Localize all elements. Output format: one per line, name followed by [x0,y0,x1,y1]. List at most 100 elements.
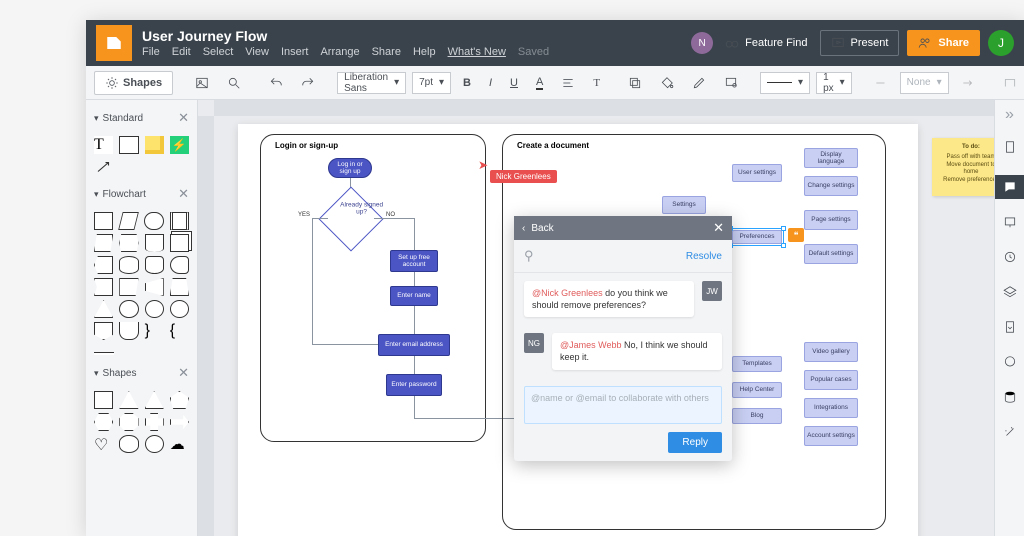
doc-title[interactable]: User Journey Flow [142,28,549,44]
reply-button[interactable]: Reply [668,432,722,453]
fc-brace2[interactable]: { [170,322,189,340]
text-shape[interactable]: T [94,136,113,154]
insert-image-button[interactable] [189,72,215,94]
back-label[interactable]: Back [531,223,553,234]
shp-cross[interactable] [145,413,164,431]
menu-select[interactable]: Select [203,46,234,58]
paint-bucket-button[interactable] [654,72,680,94]
menu-help[interactable]: Help [413,46,436,58]
rail-history-icon[interactable] [1003,250,1017,269]
fc-offpage[interactable] [94,322,113,340]
node-settings[interactable]: Settings [662,196,706,214]
fc-or[interactable] [170,300,189,318]
node-blog[interactable]: Blog [732,408,782,424]
menu-file[interactable]: File [142,46,160,58]
bold-button[interactable]: B [457,73,477,93]
live-shape[interactable]: ⚡ [170,136,189,154]
fc-brace1[interactable]: } [145,322,164,340]
node-default-settings[interactable]: Default settings [804,244,858,264]
search-button[interactable] [221,72,247,94]
rail-chat-icon[interactable] [1003,355,1017,374]
line-color-button[interactable] [686,72,712,94]
fc-s4[interactable] [170,256,189,274]
shapes-button[interactable]: Shapes [94,71,173,95]
font-select[interactable]: Liberation Sans▾ [337,72,406,94]
align-button[interactable] [555,72,581,94]
node-change-settings[interactable]: Change settings [804,176,858,196]
menu-arrange[interactable]: Arrange [320,46,359,58]
menu-insert[interactable]: Insert [281,46,309,58]
node-user-settings[interactable]: User settings [732,164,782,182]
mention[interactable]: @Nick Greenlees [532,288,603,298]
fc-process[interactable] [94,212,113,230]
fc-triangle[interactable] [94,300,113,318]
node-templates[interactable]: Templates [732,356,782,372]
fc-sumjunc[interactable] [145,300,164,318]
resolve-button[interactable]: Resolve [686,251,722,262]
node-enteremail[interactable]: Enter email address [378,334,450,356]
sticky-note[interactable]: To do: Pass off with team Move document … [932,138,994,196]
line-style-select[interactable]: ▾ [760,72,810,94]
text-color-button[interactable]: A [530,72,549,94]
fc-decision[interactable] [118,212,139,230]
close-icon[interactable]: ✕ [178,365,189,381]
node-enterpass[interactable]: Enter password [386,374,442,396]
close-icon[interactable]: ✕ [713,220,724,236]
fc-multidoc[interactable] [170,234,189,252]
line-routing-button[interactable] [997,72,1023,94]
shp-tri2[interactable] [145,391,164,409]
panel-section-flowchart[interactable]: ▾Flowchart✕ [92,180,191,208]
rail-magic-icon[interactable] [1003,425,1017,444]
fc-s2[interactable] [119,256,138,274]
fc-s1[interactable] [94,256,113,274]
shp-oct[interactable] [119,413,138,431]
redo-button[interactable] [295,72,321,94]
shp-ellipse[interactable] [119,435,138,453]
node-account-settings[interactable]: Account settings [804,426,858,446]
shp-hex[interactable] [94,413,113,431]
fc-s7[interactable] [145,278,164,296]
arrow-start-button[interactable] [868,72,894,94]
shp-heart[interactable]: ♡ [94,435,113,453]
close-icon[interactable]: ✕ [178,186,189,202]
fc-terminator[interactable] [144,212,163,230]
fc-s3[interactable] [145,256,164,274]
rail-present-icon[interactable] [1003,215,1017,234]
text-options-button[interactable]: T [587,73,606,93]
font-size-select[interactable]: 7pt▾ [412,72,451,94]
fc-hex[interactable] [119,234,138,252]
node-setup[interactable]: Set up free account [390,250,438,272]
mention[interactable]: @James Webb [560,340,622,350]
fc-s6[interactable] [119,278,138,296]
fc-doc[interactable] [145,234,164,252]
fill-button[interactable] [622,72,648,94]
user-avatar[interactable]: J [988,30,1014,56]
undo-button[interactable] [263,72,289,94]
close-icon[interactable]: ✕ [178,110,189,126]
shp-arrowR[interactable] [170,413,189,431]
comment-badge[interactable]: ❝ [788,228,804,242]
shape-style-button[interactable] [718,72,744,94]
shp-tri[interactable] [119,391,138,409]
menu-edit[interactable]: Edit [172,46,191,58]
fc-s8[interactable] [170,278,189,296]
collaborator-avatar[interactable]: N [691,32,713,54]
collapse-rail-button[interactable]: » [1005,106,1014,124]
pin-icon[interactable]: ⚲ [524,248,534,264]
menu-view[interactable]: View [245,46,269,58]
chevron-left-icon[interactable]: ‹ [522,223,525,234]
panel-section-shapes[interactable]: ▾Shapes✕ [92,359,191,387]
panel-section-standard[interactable]: ▾Standard✕ [92,104,191,132]
rect-shape[interactable] [119,136,138,154]
rail-data-icon[interactable] [1003,390,1017,409]
share-button[interactable]: Share [907,30,980,56]
arrow-shape[interactable] [94,158,114,176]
shp-rect[interactable] [94,391,113,409]
node-start[interactable]: Log in or sign up [328,158,372,178]
shp-pent[interactable] [170,391,189,409]
fc-display[interactable] [119,322,138,340]
node-page-settings[interactable]: Page settings [804,210,858,230]
node-integrations[interactable]: Integrations [804,398,858,418]
arrow-start-select[interactable]: None▾ [900,72,949,94]
frame-login[interactable]: Login or sign-up [260,134,486,442]
